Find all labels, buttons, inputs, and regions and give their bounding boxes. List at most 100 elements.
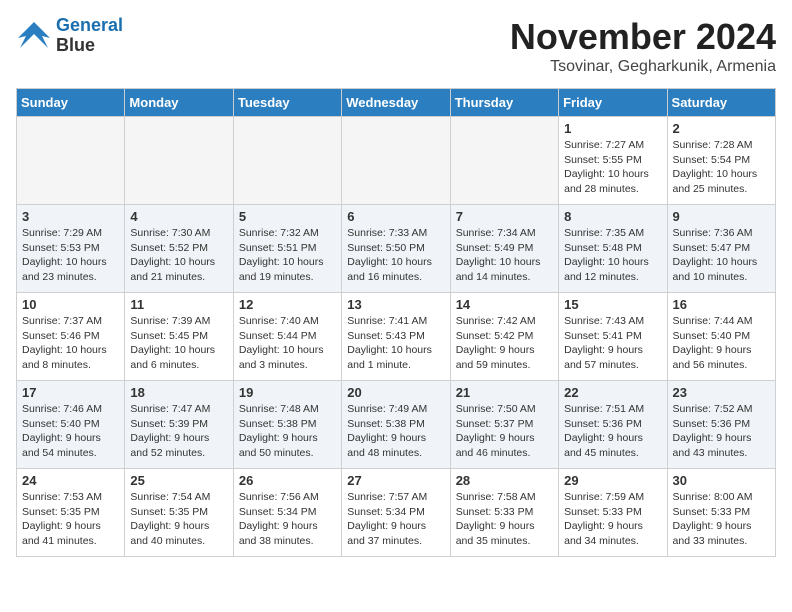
day-number: 28 (456, 473, 553, 488)
day-info: Sunrise: 7:44 AM Sunset: 5:40 PM Dayligh… (673, 314, 770, 373)
weekday-header-sunday: Sunday (17, 89, 125, 117)
day-number: 5 (239, 209, 336, 224)
day-info: Sunrise: 7:33 AM Sunset: 5:50 PM Dayligh… (347, 226, 444, 285)
day-info: Sunrise: 7:43 AM Sunset: 5:41 PM Dayligh… (564, 314, 661, 373)
calendar-cell: 30 Sunrise: 8:00 AM Sunset: 5:33 PM Dayli… (667, 469, 775, 557)
day-info: Sunrise: 7:36 AM Sunset: 5:47 PM Dayligh… (673, 226, 770, 285)
day-info: Sunrise: 7:51 AM Sunset: 5:36 PM Dayligh… (564, 402, 661, 461)
day-number: 14 (456, 297, 553, 312)
logo: General Blue (16, 16, 123, 56)
calendar-cell: 3 Sunrise: 7:29 AM Sunset: 5:53 PM Daylig… (17, 205, 125, 293)
day-number: 26 (239, 473, 336, 488)
day-number: 24 (22, 473, 119, 488)
calendar-cell: 7 Sunrise: 7:34 AM Sunset: 5:49 PM Daylig… (450, 205, 558, 293)
day-info: Sunrise: 7:52 AM Sunset: 5:36 PM Dayligh… (673, 402, 770, 461)
calendar-week-row: 17Sunrise: 7:46 AM Sunset: 5:40 PM Dayli… (17, 381, 776, 469)
weekday-header-tuesday: Tuesday (233, 89, 341, 117)
day-number: 4 (130, 209, 227, 224)
day-number: 23 (673, 385, 770, 400)
day-number: 11 (130, 297, 227, 312)
weekday-header-monday: Monday (125, 89, 233, 117)
day-number: 3 (22, 209, 119, 224)
calendar-week-row: 1 Sunrise: 7:27 AM Sunset: 5:55 PM Daylig… (17, 117, 776, 205)
weekday-header-wednesday: Wednesday (342, 89, 450, 117)
calendar-cell (233, 117, 341, 205)
calendar-cell: 19Sunrise: 7:48 AM Sunset: 5:38 PM Dayli… (233, 381, 341, 469)
calendar-week-row: 24 Sunrise: 7:53 AM Sunset: 5:35 PM Dayli… (17, 469, 776, 557)
calendar-cell: 24 Sunrise: 7:53 AM Sunset: 5:35 PM Dayli… (17, 469, 125, 557)
day-number: 10 (22, 297, 119, 312)
day-info: Sunrise: 7:49 AM Sunset: 5:38 PM Dayligh… (347, 402, 444, 461)
calendar-cell: 26 Sunrise: 7:56 AM Sunset: 5:34 PM Dayli… (233, 469, 341, 557)
day-info: Sunrise: 7:28 AM Sunset: 5:54 PM Dayligh… (673, 138, 770, 197)
title-block: November 2024 Tsovinar, Gegharkunik, Arm… (510, 16, 776, 76)
weekday-header-row: SundayMondayTuesdayWednesdayThursdayFrid… (17, 89, 776, 117)
day-number: 30 (673, 473, 770, 488)
weekday-header-friday: Friday (559, 89, 667, 117)
logo-icon (16, 18, 52, 54)
day-info: Sunrise: 7:37 AM Sunset: 5:46 PM Dayligh… (22, 314, 119, 373)
calendar-cell: 1 Sunrise: 7:27 AM Sunset: 5:55 PM Daylig… (559, 117, 667, 205)
calendar-table: SundayMondayTuesdayWednesdayThursdayFrid… (16, 88, 776, 557)
day-info: Sunrise: 7:56 AM Sunset: 5:34 PM Dayligh… (239, 490, 336, 549)
calendar-week-row: 10 Sunrise: 7:37 AM Sunset: 5:46 PM Dayli… (17, 293, 776, 381)
calendar-cell: 28 Sunrise: 7:58 AM Sunset: 5:33 PM Dayli… (450, 469, 558, 557)
day-number: 17 (22, 385, 119, 400)
day-info: Sunrise: 7:47 AM Sunset: 5:39 PM Dayligh… (130, 402, 227, 461)
day-number: 7 (456, 209, 553, 224)
weekday-header-thursday: Thursday (450, 89, 558, 117)
month-title: November 2024 (510, 16, 776, 58)
calendar-cell: 20Sunrise: 7:49 AM Sunset: 5:38 PM Dayli… (342, 381, 450, 469)
day-info: Sunrise: 8:00 AM Sunset: 5:33 PM Dayligh… (673, 490, 770, 549)
day-info: Sunrise: 7:42 AM Sunset: 5:42 PM Dayligh… (456, 314, 553, 373)
calendar-cell: 15 Sunrise: 7:43 AM Sunset: 5:41 PM Dayli… (559, 293, 667, 381)
calendar-cell: 23 Sunrise: 7:52 AM Sunset: 5:36 PM Dayli… (667, 381, 775, 469)
calendar-cell: 12 Sunrise: 7:40 AM Sunset: 5:44 PM Dayli… (233, 293, 341, 381)
calendar-cell: 10 Sunrise: 7:37 AM Sunset: 5:46 PM Dayli… (17, 293, 125, 381)
day-number: 15 (564, 297, 661, 312)
calendar-cell (17, 117, 125, 205)
day-info: Sunrise: 7:50 AM Sunset: 5:37 PM Dayligh… (456, 402, 553, 461)
logo-text: General Blue (56, 16, 123, 56)
calendar-cell: 9 Sunrise: 7:36 AM Sunset: 5:47 PM Daylig… (667, 205, 775, 293)
calendar-cell: 5 Sunrise: 7:32 AM Sunset: 5:51 PM Daylig… (233, 205, 341, 293)
day-info: Sunrise: 7:34 AM Sunset: 5:49 PM Dayligh… (456, 226, 553, 285)
calendar-cell: 2Sunrise: 7:28 AM Sunset: 5:54 PM Daylig… (667, 117, 775, 205)
day-info: Sunrise: 7:32 AM Sunset: 5:51 PM Dayligh… (239, 226, 336, 285)
day-number: 21 (456, 385, 553, 400)
day-number: 1 (564, 121, 661, 136)
day-info: Sunrise: 7:58 AM Sunset: 5:33 PM Dayligh… (456, 490, 553, 549)
day-info: Sunrise: 7:54 AM Sunset: 5:35 PM Dayligh… (130, 490, 227, 549)
day-number: 19 (239, 385, 336, 400)
day-info: Sunrise: 7:59 AM Sunset: 5:33 PM Dayligh… (564, 490, 661, 549)
day-number: 25 (130, 473, 227, 488)
day-number: 12 (239, 297, 336, 312)
page-header: General Blue November 2024 Tsovinar, Geg… (16, 16, 776, 76)
calendar-cell: 13 Sunrise: 7:41 AM Sunset: 5:43 PM Dayli… (342, 293, 450, 381)
weekday-header-saturday: Saturday (667, 89, 775, 117)
day-number: 8 (564, 209, 661, 224)
location-title: Tsovinar, Gegharkunik, Armenia (510, 58, 776, 76)
calendar-cell: 4Sunrise: 7:30 AM Sunset: 5:52 PM Daylig… (125, 205, 233, 293)
calendar-cell: 18 Sunrise: 7:47 AM Sunset: 5:39 PM Dayli… (125, 381, 233, 469)
day-number: 18 (130, 385, 227, 400)
calendar-cell: 29Sunrise: 7:59 AM Sunset: 5:33 PM Dayli… (559, 469, 667, 557)
day-info: Sunrise: 7:39 AM Sunset: 5:45 PM Dayligh… (130, 314, 227, 373)
day-number: 16 (673, 297, 770, 312)
day-info: Sunrise: 7:27 AM Sunset: 5:55 PM Dayligh… (564, 138, 661, 197)
day-info: Sunrise: 7:40 AM Sunset: 5:44 PM Dayligh… (239, 314, 336, 373)
calendar-cell (450, 117, 558, 205)
day-info: Sunrise: 7:57 AM Sunset: 5:34 PM Dayligh… (347, 490, 444, 549)
day-info: Sunrise: 7:29 AM Sunset: 5:53 PM Dayligh… (22, 226, 119, 285)
day-number: 27 (347, 473, 444, 488)
calendar-cell: 21 Sunrise: 7:50 AM Sunset: 5:37 PM Dayli… (450, 381, 558, 469)
day-number: 13 (347, 297, 444, 312)
calendar-cell: 16 Sunrise: 7:44 AM Sunset: 5:40 PM Dayli… (667, 293, 775, 381)
day-info: Sunrise: 7:53 AM Sunset: 5:35 PM Dayligh… (22, 490, 119, 549)
calendar-cell (125, 117, 233, 205)
day-info: Sunrise: 7:41 AM Sunset: 5:43 PM Dayligh… (347, 314, 444, 373)
calendar-cell: 14 Sunrise: 7:42 AM Sunset: 5:42 PM Dayli… (450, 293, 558, 381)
calendar-cell (342, 117, 450, 205)
calendar-cell: 8Sunrise: 7:35 AM Sunset: 5:48 PM Daylig… (559, 205, 667, 293)
day-number: 9 (673, 209, 770, 224)
